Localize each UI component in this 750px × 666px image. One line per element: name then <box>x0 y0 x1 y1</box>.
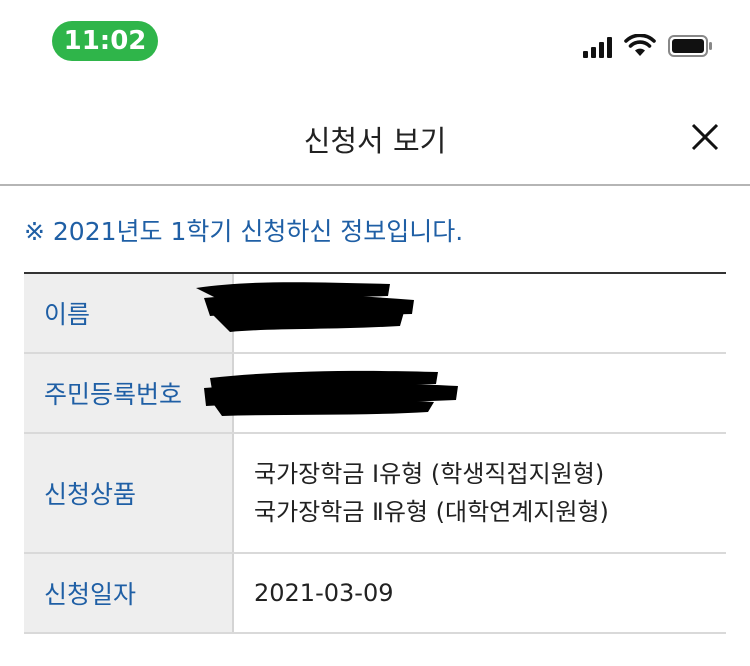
page-title: 신청서 보기 <box>303 124 447 158</box>
name-value-redacted <box>196 274 726 352</box>
product-line-1: 국가장학금 Ⅰ유형 (학생직접지원형) <box>254 460 605 488</box>
row-date: 신청일자 2021-03-09 <box>24 554 726 634</box>
notice-text: ※ 2021년도 1학기 신청하신 정보입니다. <box>24 217 464 246</box>
product-label: 신청상품 <box>24 434 234 552</box>
header-divider <box>0 184 750 186</box>
row-rrn: 주민등록번호 <box>24 354 726 434</box>
rrn-value-redacted <box>204 354 726 432</box>
status-icons <box>583 32 714 58</box>
wifi-icon <box>624 34 656 58</box>
status-bar: 11:02 <box>0 0 750 80</box>
battery-icon <box>668 34 714 58</box>
row-product: 신청상품 국가장학금 Ⅰ유형 (학생직접지원형) 국가장학금 Ⅱ유형 (대학연계… <box>24 434 726 554</box>
close-button[interactable] <box>688 120 722 154</box>
application-info-table: 이름 주민등록번호 신청상품 국가장학금 Ⅰ유형 (학생직접지원형) 국가장학금… <box>24 272 726 634</box>
header: 신청서 보기 <box>0 92 750 184</box>
signal-icon <box>583 36 612 58</box>
product-line-2: 국가장학금 Ⅱ유형 (대학연계지원형) <box>254 498 609 526</box>
row-name: 이름 <box>24 274 726 354</box>
date-value: 2021-03-09 <box>254 579 394 607</box>
status-time: 11:02 <box>52 21 158 61</box>
date-label: 신청일자 <box>24 554 234 632</box>
close-icon <box>691 123 719 151</box>
product-value: 국가장학금 Ⅰ유형 (학생직접지원형) 국가장학금 Ⅱ유형 (대학연계지원형) <box>234 434 726 552</box>
